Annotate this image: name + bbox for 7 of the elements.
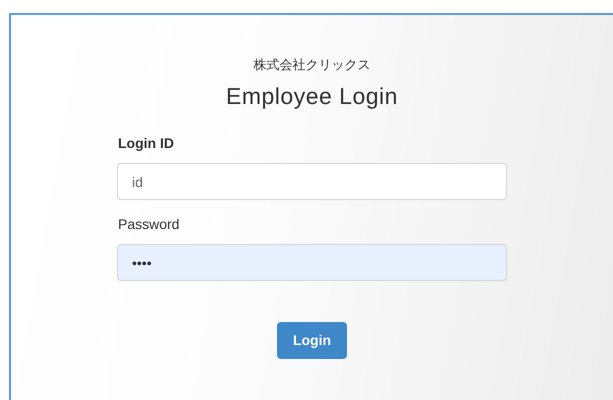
page-title: Employee Login: [226, 82, 398, 111]
login-button[interactable]: Login: [277, 322, 347, 359]
login-id-field[interactable]: id: [117, 163, 507, 200]
field-label: Password: [118, 215, 180, 233]
field-label: Login ID: [118, 134, 175, 152]
company-name: 株式会社クリックス: [254, 57, 370, 75]
password-field[interactable]: ••••: [117, 244, 507, 281]
